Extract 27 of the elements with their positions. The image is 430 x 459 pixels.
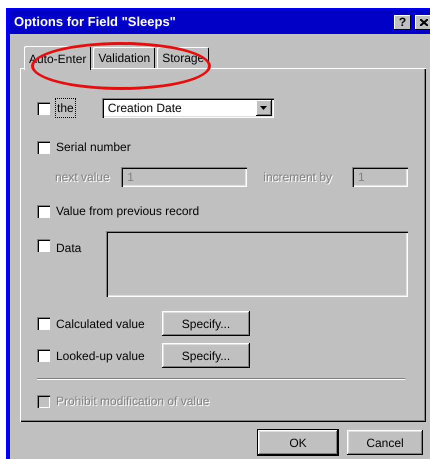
field-label: next value [55, 169, 111, 186]
tab[interactable]: Storage [157, 47, 210, 68]
checkbox[interactable] [37, 317, 50, 330]
option-label: Value from previous record [56, 203, 200, 220]
checkbox[interactable] [37, 204, 50, 218]
text-area[interactable] [106, 231, 408, 297]
field-label: increment by [263, 169, 332, 186]
close-button[interactable] [415, 14, 430, 30]
specify-button[interactable]: Specify... [162, 343, 250, 368]
option-label: Serial number [56, 139, 131, 156]
dropdown-value: Creation Date [108, 100, 182, 117]
help-button[interactable]: ? [394, 14, 411, 30]
window-title: Options for Field "Sleeps" [14, 13, 176, 32]
tab[interactable]: Validation [93, 47, 156, 68]
checkbox[interactable] [37, 239, 50, 252]
close-icon [420, 18, 428, 26]
option-label: Prohibit modification of value [56, 393, 210, 410]
checkbox[interactable] [37, 349, 50, 362]
specify-button[interactable]: Specify... [162, 311, 250, 336]
dialog-button[interactable]: OK [258, 430, 338, 455]
checkbox[interactable] [37, 102, 50, 114]
option-label: Looked-up value [56, 348, 146, 364]
option-label: Calculated value [56, 316, 146, 332]
option-label: Data [56, 240, 82, 257]
dropdown[interactable]: Creation Date [102, 98, 274, 118]
option-label: the [56, 99, 75, 117]
dialog-button[interactable]: Cancel [347, 430, 423, 455]
